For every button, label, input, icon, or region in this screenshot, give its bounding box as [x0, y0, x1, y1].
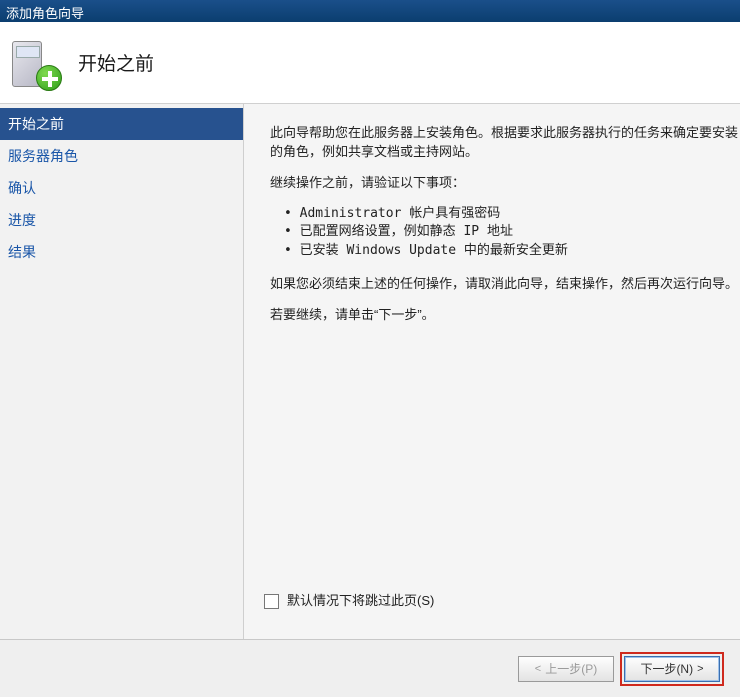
- titlebar: 添加角色向导: [0, 0, 740, 22]
- cancel-note: 如果您必须结束上述的任何操作，请取消此向导，结束操作，然后再次运行向导。: [270, 275, 740, 294]
- page-title: 开始之前: [78, 49, 154, 76]
- previous-button: < 上一步(P): [518, 656, 614, 682]
- sidebar-item-label: 进度: [8, 212, 36, 228]
- previous-label: 上一步(P): [545, 660, 597, 677]
- wizard-content: 此向导帮助您在此服务器上安装角色。根据要求此服务器执行的任务来确定要安装的角色，…: [243, 104, 740, 639]
- sidebar-item-label: 服务器角色: [8, 148, 78, 164]
- list-item: Administrator 帐户具有强密码: [284, 205, 740, 224]
- list-item: 已安装 Windows Update 中的最新安全更新: [284, 242, 740, 261]
- sidebar-item-label: 结果: [8, 244, 36, 260]
- skip-label: 默认情况下将跳过此页(S): [287, 592, 434, 611]
- chevron-right-icon: >: [697, 663, 703, 675]
- verify-list: Administrator 帐户具有强密码 已配置网络设置，例如静态 IP 地址…: [284, 205, 740, 262]
- list-item: 已配置网络设置，例如静态 IP 地址: [284, 223, 740, 242]
- skip-checkbox[interactable]: [264, 594, 279, 609]
- next-button[interactable]: 下一步(N) >: [624, 656, 720, 682]
- next-button-highlight: 下一步(N) >: [620, 652, 724, 686]
- verify-heading: 继续操作之前，请验证以下事项：: [270, 174, 740, 193]
- sidebar-item-label: 确认: [8, 180, 36, 196]
- sidebar-item-label: 开始之前: [8, 116, 64, 132]
- intro-text: 此向导帮助您在此服务器上安装角色。根据要求此服务器执行的任务来确定要安装的角色，…: [270, 124, 740, 162]
- wizard-footer: < 上一步(P) 下一步(N) >: [0, 639, 740, 697]
- next-label: 下一步(N): [640, 660, 693, 677]
- sidebar-item-confirmation[interactable]: 确认: [0, 172, 243, 204]
- continue-note: 若要继续，请单击“下一步”。: [270, 306, 740, 325]
- sidebar-item-before-you-begin[interactable]: 开始之前: [0, 108, 243, 140]
- sidebar-item-results[interactable]: 结果: [0, 236, 243, 268]
- skip-page-option[interactable]: 默认情况下将跳过此页(S): [264, 592, 434, 611]
- wizard-steps-sidebar: 开始之前 服务器角色 确认 进度 结果: [0, 104, 243, 639]
- sidebar-item-server-roles[interactable]: 服务器角色: [0, 140, 243, 172]
- wizard-header: 开始之前: [0, 22, 740, 104]
- window-title: 添加角色向导: [6, 6, 84, 21]
- chevron-left-icon: <: [535, 663, 541, 675]
- sidebar-item-progress[interactable]: 进度: [0, 204, 243, 236]
- server-add-icon: [8, 37, 60, 89]
